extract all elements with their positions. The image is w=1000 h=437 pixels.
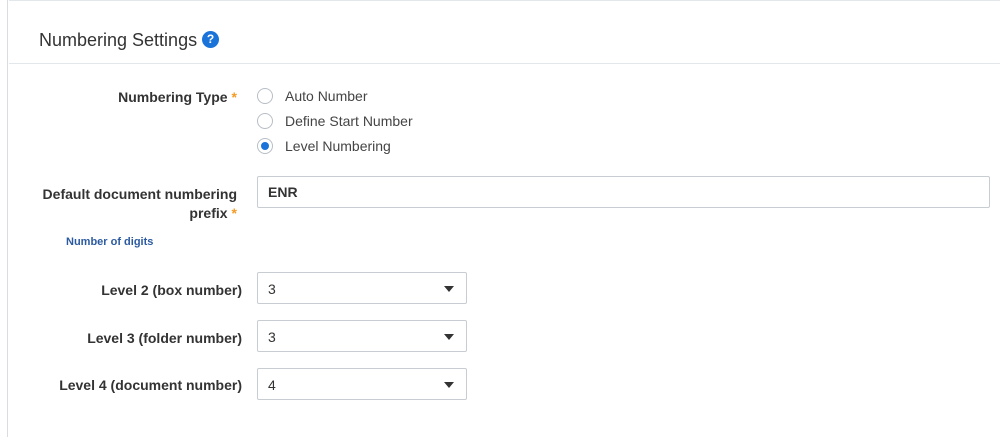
level-2-value: 3 bbox=[268, 281, 276, 297]
level-4-value: 4 bbox=[268, 377, 276, 393]
numbering-type-label-text: Numbering Type bbox=[118, 89, 228, 105]
prefix-label-line2: prefix bbox=[189, 205, 228, 221]
level-3-label: Level 3 (folder number) bbox=[87, 330, 242, 346]
panel-header: Numbering Settings ? bbox=[9, 9, 1000, 64]
radio-level-numbering-label: Level Numbering bbox=[285, 138, 391, 154]
required-mark: * bbox=[231, 89, 237, 105]
prefix-label: Default document numbering prefix * bbox=[43, 185, 237, 223]
level-3-select[interactable]: 3 bbox=[257, 320, 467, 352]
caret-down-icon bbox=[444, 382, 454, 388]
radio-level-numbering[interactable]: Level Numbering bbox=[257, 138, 391, 154]
radio-button-checked-icon[interactable] bbox=[257, 138, 273, 154]
radio-define-start-number[interactable]: Define Start Number bbox=[257, 113, 413, 129]
caret-down-icon bbox=[444, 286, 454, 292]
radio-button-icon[interactable] bbox=[257, 88, 273, 104]
level-3-value: 3 bbox=[268, 329, 276, 345]
radio-auto-number[interactable]: Auto Number bbox=[257, 88, 367, 104]
numbering-type-label: Numbering Type * bbox=[118, 89, 237, 105]
panel-title-text: Numbering Settings bbox=[39, 30, 198, 50]
panel-title: Numbering Settings ? bbox=[39, 30, 220, 51]
radio-define-start-number-label: Define Start Number bbox=[285, 113, 413, 129]
prefix-label-line1: Default document numbering bbox=[42, 186, 237, 202]
number-of-digits-label: Number of digits bbox=[66, 236, 154, 248]
caret-down-icon bbox=[444, 334, 454, 340]
level-2-select[interactable]: 3 bbox=[257, 272, 467, 304]
prefix-input[interactable] bbox=[257, 176, 990, 208]
radio-auto-number-label: Auto Number bbox=[285, 88, 368, 104]
level-4-label: Level 4 (document number) bbox=[59, 377, 242, 393]
radio-button-icon[interactable] bbox=[257, 113, 273, 129]
left-border bbox=[0, 0, 8, 437]
level-2-label: Level 2 (box number) bbox=[101, 282, 242, 298]
numbering-settings-panel: Numbering Settings ? Numbering Type * Aut… bbox=[9, 0, 1000, 437]
prefix-label-line2-wrap: prefix * bbox=[43, 204, 237, 223]
level-4-select[interactable]: 4 bbox=[257, 368, 467, 400]
required-mark: * bbox=[231, 205, 237, 221]
question-circle-icon[interactable]: ? bbox=[202, 31, 220, 48]
